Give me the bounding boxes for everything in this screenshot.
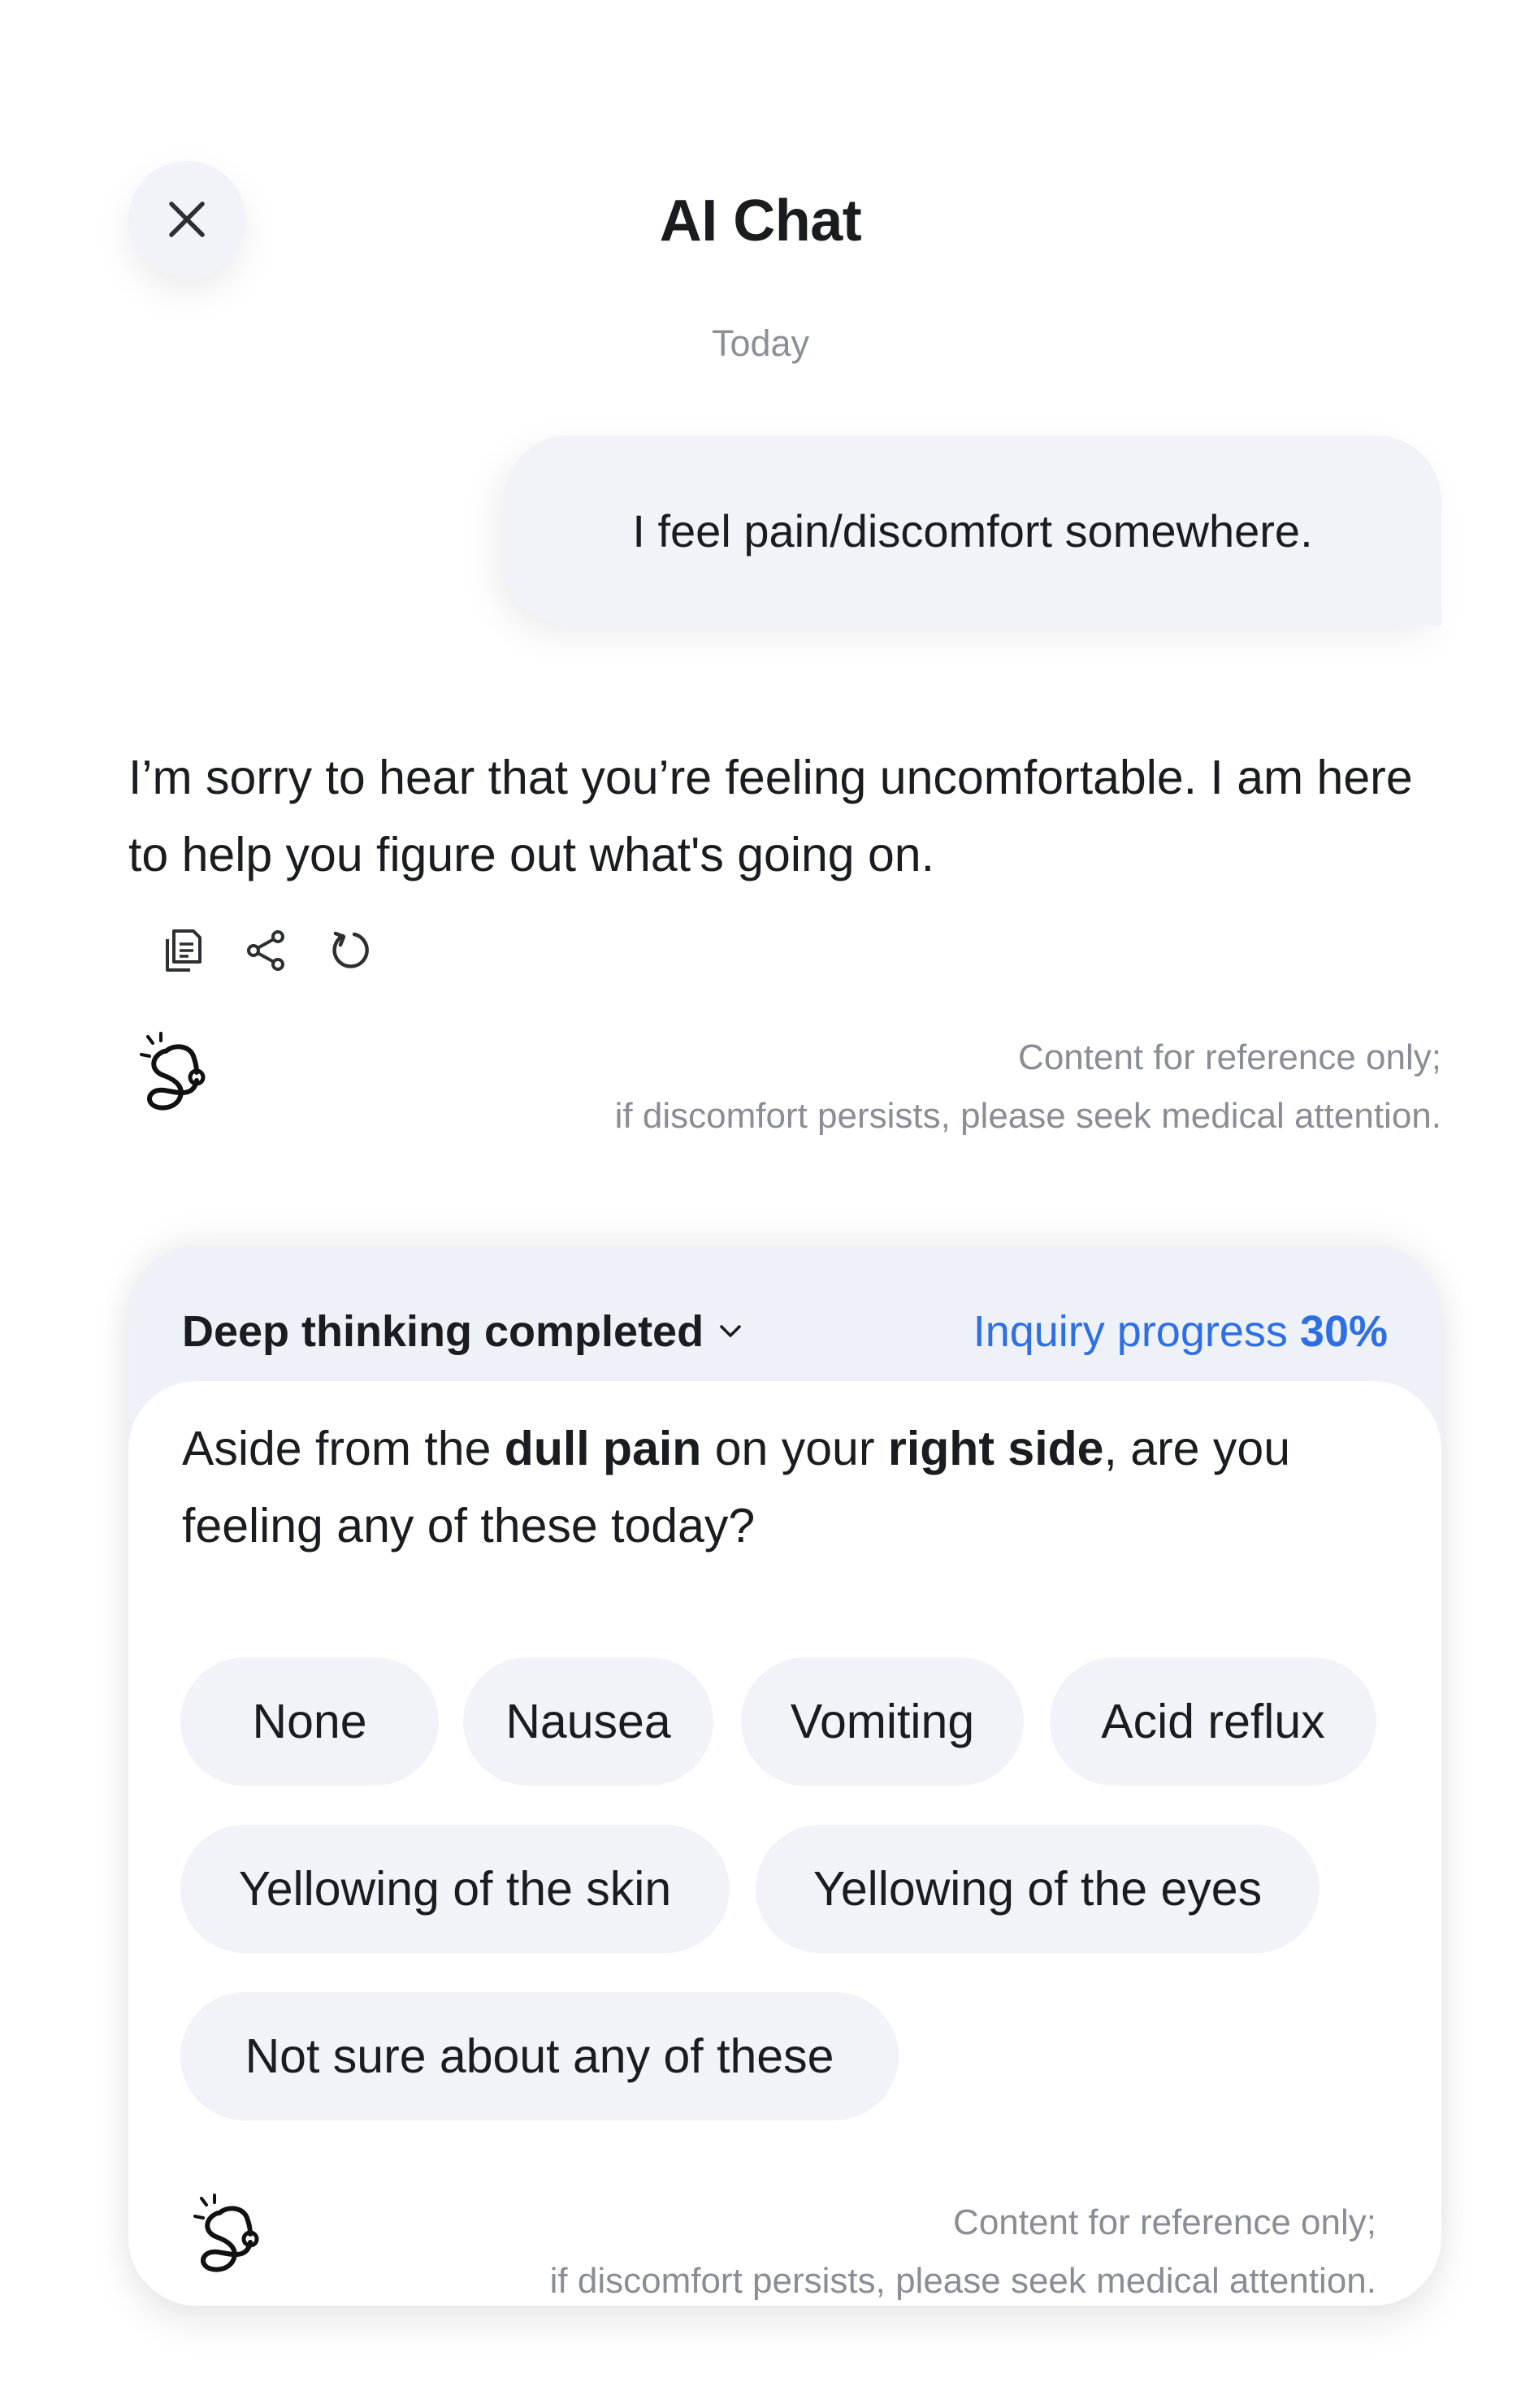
user-message-text: I feel pain/discomfort somewhere. [632,505,1313,557]
question-text: Aside from the dull pain on your right s… [182,1410,1393,1565]
option-chip-not-sure[interactable]: Not sure about any of these [180,1992,899,2120]
card-body: Aside from the dull pain on your right s… [128,1381,1441,2306]
deep-thinking-label: Deep thinking completed [182,1307,704,1356]
question-part: on your [701,1422,888,1475]
stethoscope-logo-icon [140,1032,206,1111]
option-chip-yellowing-eyes[interactable]: Yellowing of the eyes [756,1825,1320,1953]
message-actions [159,928,374,973]
inquiry-card: Deep thinking completed Inquiry progress… [128,1246,1441,2306]
option-chip-acid-reflux[interactable]: Acid reflux [1050,1657,1376,1786]
question-part: Aside from the [182,1422,505,1475]
option-chip-vomiting[interactable]: Vomiting [741,1657,1024,1786]
question-highlight: right side [887,1422,1104,1475]
disclaimer-line-2: if discomfort persists, please seek medi… [614,1096,1441,1136]
ai-reply-text: I’m sorry to hear that you’re feeling un… [128,751,1413,881]
disclaimer: Content for reference only; if discomfor… [304,1029,1441,1146]
disclaimer-line-1: Content for reference only; [1018,1037,1441,1077]
copy-icon[interactable] [159,928,205,973]
disclaimer-line-2: if discomfort persists, please seek medi… [549,2261,1376,2301]
inquiry-progress-label: Inquiry progress [973,1307,1288,1356]
card-header: Deep thinking completed Inquiry progress… [182,1287,1388,1376]
disclaimer-line-1: Content for reference only; [953,2202,1376,2242]
deep-thinking-toggle[interactable]: Deep thinking completed [182,1306,743,1357]
share-icon[interactable] [244,928,289,973]
inquiry-progress-value: 30% [1299,1307,1388,1356]
disclaimer: Content for reference only; if discomfor… [239,2194,1376,2311]
date-separator: Today [711,323,810,364]
chevron-down-icon [720,1325,741,1337]
user-message-bubble: I feel pain/discomfort somewhere. [504,435,1441,626]
option-chip-yellowing-skin[interactable]: Yellowing of the skin [180,1825,730,1953]
inquiry-progress: Inquiry progress 30% [973,1306,1388,1357]
regenerate-icon[interactable] [328,928,374,973]
page-title: AI Chat [659,188,862,253]
option-chip-none[interactable]: None [180,1657,439,1786]
question-highlight: dull pain [504,1422,702,1475]
option-chip-nausea[interactable]: Nausea [463,1657,713,1786]
